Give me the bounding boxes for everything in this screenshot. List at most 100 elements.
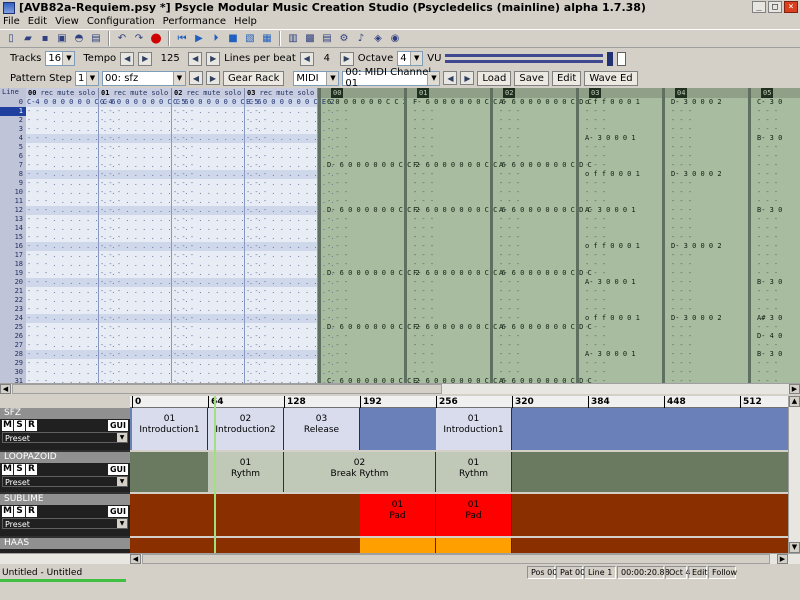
sequencer-lane[interactable] — [130, 538, 788, 553]
empty-cell[interactable]: - - - . . . . . . . . — [245, 341, 335, 350]
empty-cell[interactable]: - - - — [671, 215, 692, 224]
pattern-block[interactable]: 01 Rythm — [208, 452, 284, 492]
empty-cell[interactable]: - - - — [757, 143, 778, 152]
clip-indicator[interactable] — [617, 51, 627, 66]
empty-cell[interactable]: - - - — [585, 116, 606, 125]
solo-button[interactable]: S — [14, 464, 25, 475]
empty-cell[interactable]: - - - — [413, 332, 434, 341]
empty-cell[interactable]: - - - — [671, 161, 692, 170]
sequence-view-icon[interactable]: ▤ — [320, 32, 334, 46]
pattern-block[interactable]: 01 Rythm — [436, 452, 512, 492]
sequencer-lanes[interactable]: 01 Introduction1 02 Introduction2 03 Release 0… — [130, 408, 788, 553]
note-cell[interactable]: B- 3 0 — [757, 350, 782, 359]
menu-file[interactable]: File — [3, 15, 20, 28]
machine-select[interactable]: 00: sfz ▼ — [101, 70, 186, 86]
track-header[interactable]: 03 — [579, 88, 662, 98]
preset-select[interactable]: Preset ▼ — [2, 432, 128, 443]
gear-rack-button[interactable]: Gear Rack — [222, 70, 285, 86]
empty-cell[interactable]: - - - . . . . . . . . — [245, 152, 335, 161]
track-header[interactable]: 02 rec mute solo — [172, 88, 245, 98]
gui-button[interactable]: GUI — [108, 464, 128, 475]
empty-cell[interactable]: - - - . . . . . . . . — [245, 116, 335, 125]
close-button[interactable]: × — [784, 1, 798, 13]
sequencer-vertical-scrollbar[interactable]: ▲ ▼ — [788, 396, 800, 553]
empty-cell[interactable]: - - - — [757, 368, 778, 377]
save-as-icon[interactable]: ▣ — [55, 32, 69, 46]
empty-cell[interactable]: - - - . . . . . . . . — [245, 143, 335, 152]
empty-cell[interactable]: - - - — [671, 341, 692, 350]
empty-cell[interactable]: - - - — [757, 188, 778, 197]
note-cell[interactable]: B- 3 0 — [757, 206, 782, 215]
load-button[interactable]: Load — [477, 70, 512, 86]
empty-cell[interactable]: - - - — [671, 269, 692, 278]
instrument-icon[interactable]: ◈ — [371, 32, 385, 46]
empty-cell[interactable]: - - - — [499, 314, 520, 323]
next-machine-button[interactable]: ▶ — [205, 71, 220, 85]
pattern-block[interactable]: 03 Release — [284, 408, 360, 450]
empty-cell[interactable]: - - - — [585, 152, 606, 161]
pattern-tracks-scrolled[interactable]: 00 6 0 0 0 0 0 0 C C 2 D- 6 0 0 0 0 0 0 C … — [318, 88, 800, 383]
empty-cell[interactable]: - - - — [413, 260, 434, 269]
empty-cell[interactable]: - - - — [413, 215, 434, 224]
tempo-decrease-button[interactable]: ◀ — [120, 51, 135, 66]
menu-edit[interactable]: Edit — [28, 15, 47, 28]
scroll-thumb[interactable] — [12, 384, 442, 394]
machine-track-header[interactable]: HAAS — [0, 538, 130, 553]
menu-performance[interactable]: Performance — [163, 15, 226, 28]
empty-cell[interactable]: - - - . . . . . . . . — [245, 305, 335, 314]
empty-cell[interactable]: - - - — [671, 332, 692, 341]
empty-cell[interactable]: - - - — [499, 224, 520, 233]
empty-cell[interactable]: - - - . . . . . . . . — [245, 368, 335, 377]
empty-cell[interactable]: - - - — [413, 368, 434, 377]
empty-cell[interactable]: - - - — [671, 188, 692, 197]
empty-cell[interactable]: - - - . . . . . . . . — [245, 260, 335, 269]
minimize-button[interactable]: _ — [752, 1, 766, 13]
play-pattern-icon[interactable]: ⏵ — [209, 32, 223, 46]
empty-cell[interactable]: - - - . . . . . . . . — [245, 215, 335, 224]
track-header[interactable]: 04 — [665, 88, 748, 98]
loop-icon[interactable]: ▧ — [243, 32, 257, 46]
empty-cell[interactable]: - - - — [585, 224, 606, 233]
midi-monitor-icon[interactable]: ♪ — [354, 32, 368, 46]
empty-cell[interactable]: - - - . . . . . . . . — [245, 233, 335, 242]
empty-cell[interactable]: - - - — [499, 197, 520, 206]
mute-button[interactable]: M — [2, 506, 13, 517]
empty-cell[interactable]: - - - — [585, 179, 606, 188]
track-column[interactable]: C-4 0 0 0 0 0 0 C C 6- - - . . . . . . .… — [26, 98, 116, 383]
empty-cell[interactable]: - - - — [413, 305, 434, 314]
pattern-block[interactable]: 01 Introduction1 — [436, 408, 512, 450]
empty-cell[interactable]: - - - — [413, 278, 434, 287]
note-cell[interactable]: D- 4 0 — [757, 332, 782, 341]
solo-button[interactable]: S — [14, 420, 25, 431]
machine-track-header[interactable]: SUBLIME M S R GUI Preset ▼ — [0, 494, 130, 536]
empty-cell[interactable]: - - - — [671, 323, 692, 332]
empty-cell[interactable]: - - - — [585, 305, 606, 314]
note-cell[interactable]: o f f 0 0 0 1 — [585, 242, 640, 251]
empty-cell[interactable]: - - - — [671, 296, 692, 305]
track-column[interactable]: 04 D- 3 0 0 0 2 D- 3 0 0 0 2 D- 3 0 0 0 2 D-… — [662, 88, 748, 383]
pattern-block[interactable]: 01 Pad — [360, 494, 436, 536]
machine-view-icon[interactable]: ▩ — [303, 32, 317, 46]
empty-cell[interactable]: - - - . . . . . . . . — [245, 107, 335, 116]
empty-cell[interactable]: - - - . . . . . . . . — [245, 134, 335, 143]
empty-cell[interactable]: - - - — [671, 368, 692, 377]
empty-cell[interactable]: - - - — [413, 296, 434, 305]
empty-cell[interactable]: - - - . . . . . . . . — [245, 188, 335, 197]
empty-cell[interactable]: - - - — [499, 170, 520, 179]
empty-cell[interactable]: - - - — [499, 134, 520, 143]
empty-cell[interactable]: - - - — [757, 359, 778, 368]
empty-cell[interactable]: - - - — [499, 242, 520, 251]
empty-cell[interactable]: - - - — [757, 197, 778, 206]
empty-cell[interactable]: - - - — [499, 305, 520, 314]
empty-cell[interactable]: - - - — [585, 296, 606, 305]
empty-cell[interactable]: - - - — [413, 179, 434, 188]
empty-cell[interactable]: - - - — [413, 224, 434, 233]
record-button[interactable]: R — [26, 464, 37, 475]
note-cell[interactable]: A- 3 0 0 0 1 — [585, 278, 636, 287]
note-cell[interactable]: D- 3 0 0 0 2 — [671, 98, 722, 107]
empty-cell[interactable]: - - - — [585, 197, 606, 206]
tracks-select[interactable]: 16 ▼ — [45, 51, 76, 66]
pattern-editor[interactable]: Line 0 1 2 3 4 5 6 7 8 9 10 11 12 13 14 15 16 17 18 19 20 21 2… — [0, 88, 800, 383]
maximize-button[interactable]: □ — [768, 1, 782, 13]
empty-cell[interactable]: - - - — [413, 170, 434, 179]
